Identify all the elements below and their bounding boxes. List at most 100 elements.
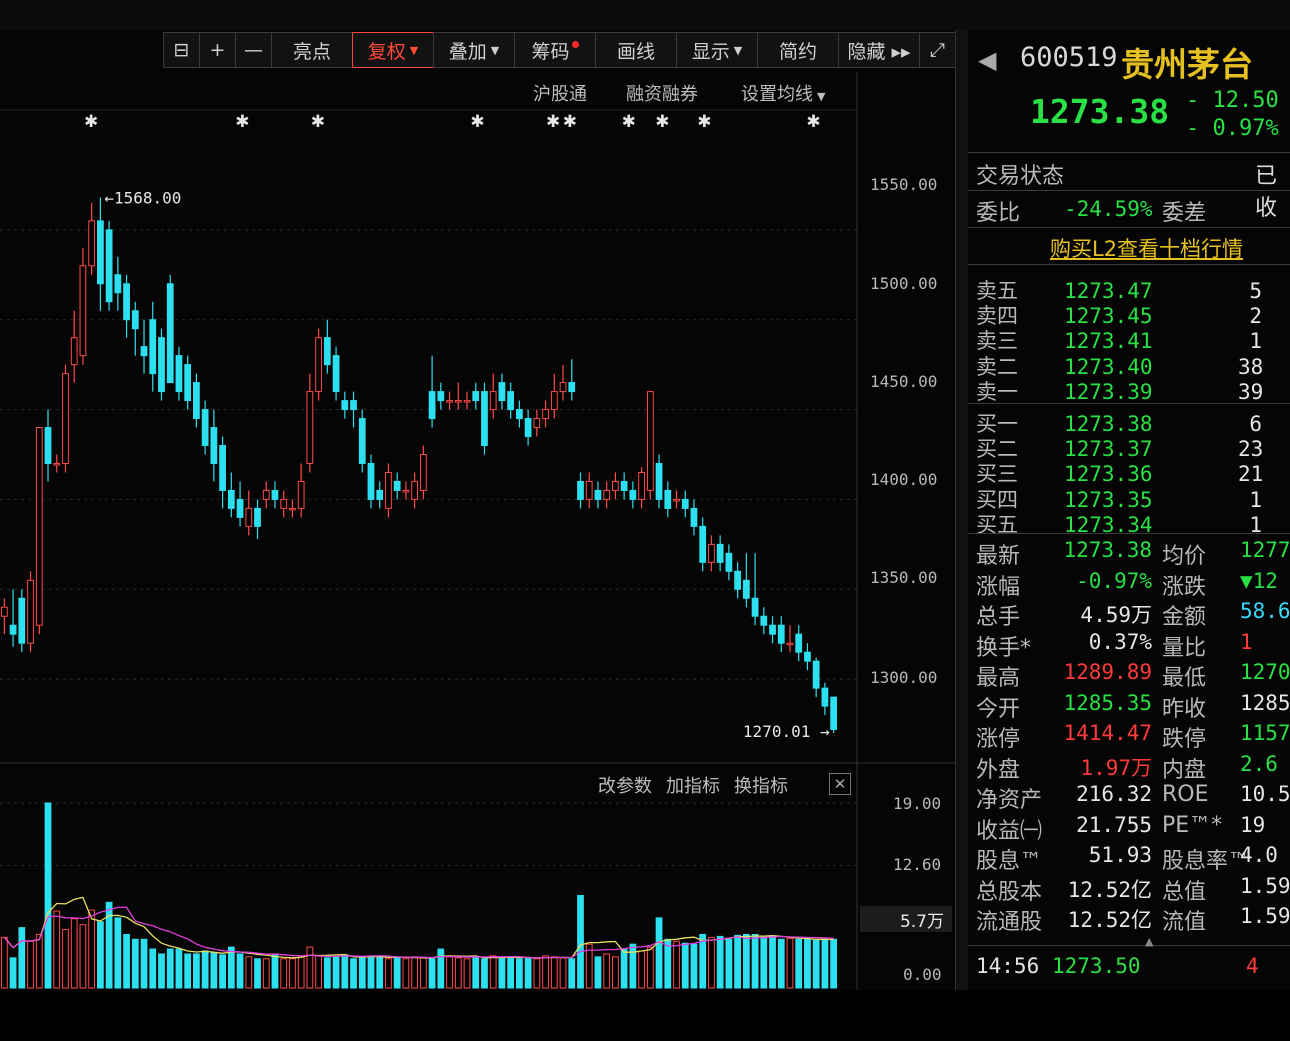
candle-body[interactable] xyxy=(708,543,715,563)
candle-body[interactable] xyxy=(769,624,776,635)
candle-body[interactable] xyxy=(533,418,541,429)
orderbook-price[interactable]: 1273.41 xyxy=(1064,330,1153,352)
candle-body[interactable] xyxy=(463,400,471,403)
candle-body[interactable] xyxy=(699,525,707,563)
orderbook-price[interactable]: 1273.37 xyxy=(1064,438,1153,460)
candle-body[interactable] xyxy=(681,498,689,509)
candle-body[interactable] xyxy=(271,489,279,500)
candle-body[interactable] xyxy=(734,570,741,590)
candle-body[interactable] xyxy=(236,498,244,518)
candle-body[interactable] xyxy=(358,418,366,464)
candle-body[interactable] xyxy=(105,229,113,303)
orderbook-price[interactable]: 1273.45 xyxy=(1064,305,1153,327)
candle-body[interactable] xyxy=(27,579,34,644)
candle-body[interactable] xyxy=(70,337,78,366)
candle-body[interactable] xyxy=(262,489,270,500)
add-indicator-button[interactable]: 加指标 xyxy=(666,772,720,798)
candle-body[interactable] xyxy=(821,687,829,707)
orderbook-price[interactable]: 1273.39 xyxy=(1064,381,1153,403)
orderbook-price[interactable]: 1273.38 xyxy=(1064,413,1153,435)
close-indicator-icon[interactable]: ✕ xyxy=(829,773,851,795)
candle-body[interactable] xyxy=(367,462,375,500)
candle-body[interactable] xyxy=(44,427,52,464)
candle-body[interactable] xyxy=(419,453,427,491)
candle-body[interactable] xyxy=(620,480,628,491)
candle-body[interactable] xyxy=(341,400,349,411)
candle-body[interactable] xyxy=(149,319,157,375)
candle-body[interactable] xyxy=(804,651,811,662)
candle-body[interactable] xyxy=(88,220,96,267)
candle-body[interactable] xyxy=(393,480,401,491)
candle-body[interactable] xyxy=(140,346,148,357)
orderbook-price[interactable]: 1273.47 xyxy=(1064,280,1153,302)
candle-body[interactable] xyxy=(254,507,261,527)
candle-body[interactable] xyxy=(376,489,384,500)
candle-body[interactable] xyxy=(158,337,165,393)
candle-body[interactable] xyxy=(428,391,436,420)
switch-indicator-button[interactable]: 换指标 xyxy=(734,772,788,798)
candle-body[interactable] xyxy=(323,337,331,366)
candle-body[interactable] xyxy=(481,391,488,447)
candle-body[interactable] xyxy=(638,471,645,500)
candle-body[interactable] xyxy=(777,624,785,644)
candle-body[interactable] xyxy=(786,642,794,646)
candle-body[interactable] xyxy=(664,489,672,509)
candle-body[interactable] xyxy=(193,382,200,420)
buy-l2-link[interactable]: 购买L2查看十档行情 xyxy=(1050,233,1243,263)
orderbook-price[interactable]: 1273.36 xyxy=(1064,463,1153,485)
candle-body[interactable] xyxy=(245,507,253,527)
candle-body[interactable] xyxy=(62,373,69,464)
candle-body[interactable] xyxy=(289,507,296,511)
candle-body[interactable] xyxy=(175,355,183,393)
candle-body[interactable] xyxy=(594,489,602,500)
candle-body[interactable] xyxy=(673,498,680,502)
candle-body[interactable] xyxy=(411,480,419,500)
candle-body[interactable] xyxy=(646,391,654,491)
candle-body[interactable] xyxy=(516,409,523,420)
candle-body[interactable] xyxy=(350,400,357,411)
candle-body[interactable] xyxy=(53,462,61,466)
candle-body[interactable] xyxy=(454,400,462,403)
candle-body[interactable] xyxy=(385,471,392,509)
candle-body[interactable] xyxy=(0,606,8,617)
candle-body[interactable] xyxy=(97,220,104,285)
candle-body[interactable] xyxy=(498,382,506,402)
candle-body[interactable] xyxy=(550,391,558,411)
panel-splitter[interactable] xyxy=(955,30,968,990)
candle-body[interactable] xyxy=(542,409,549,420)
candle-body[interactable] xyxy=(184,364,192,402)
candle-body[interactable] xyxy=(219,445,226,491)
candle-body[interactable] xyxy=(489,391,497,411)
candle-body[interactable] xyxy=(227,489,235,509)
candle-body[interactable] xyxy=(402,489,410,493)
candle-body[interactable] xyxy=(795,633,803,653)
candle-body[interactable] xyxy=(585,480,593,500)
collapse-arrow-icon[interactable]: ◀ xyxy=(978,46,996,74)
candle-body[interactable] xyxy=(507,391,515,411)
candle-body[interactable] xyxy=(18,597,26,644)
candlestick-chart[interactable]: ←1568.00 1270.01 → xyxy=(0,0,955,990)
candle-body[interactable] xyxy=(742,579,750,599)
candle-body[interactable] xyxy=(577,480,584,500)
candle-body[interactable] xyxy=(751,597,759,617)
candle-body[interactable] xyxy=(306,391,314,464)
candle-body[interactable] xyxy=(166,283,174,384)
candle-body[interactable] xyxy=(297,480,305,509)
candle-body[interactable] xyxy=(568,382,576,393)
candle-body[interactable] xyxy=(9,624,17,635)
candle-body[interactable] xyxy=(437,391,445,402)
candle-body[interactable] xyxy=(603,489,611,500)
orderbook-price[interactable]: 1273.35 xyxy=(1064,489,1153,511)
candle-body[interactable] xyxy=(315,337,322,393)
candle-body[interactable] xyxy=(760,615,768,626)
candle-body[interactable] xyxy=(280,498,288,509)
candle-body[interactable] xyxy=(690,507,698,527)
candle-body[interactable] xyxy=(201,409,209,447)
expand-up-icon[interactable]: ▲ xyxy=(1145,935,1153,948)
candle-body[interactable] xyxy=(123,283,130,321)
candle-body[interactable] xyxy=(210,427,218,464)
candle-body[interactable] xyxy=(131,310,139,330)
candle-body[interactable] xyxy=(716,543,724,563)
candle-body[interactable] xyxy=(812,660,820,689)
orderbook-price[interactable]: 1273.40 xyxy=(1064,356,1153,378)
